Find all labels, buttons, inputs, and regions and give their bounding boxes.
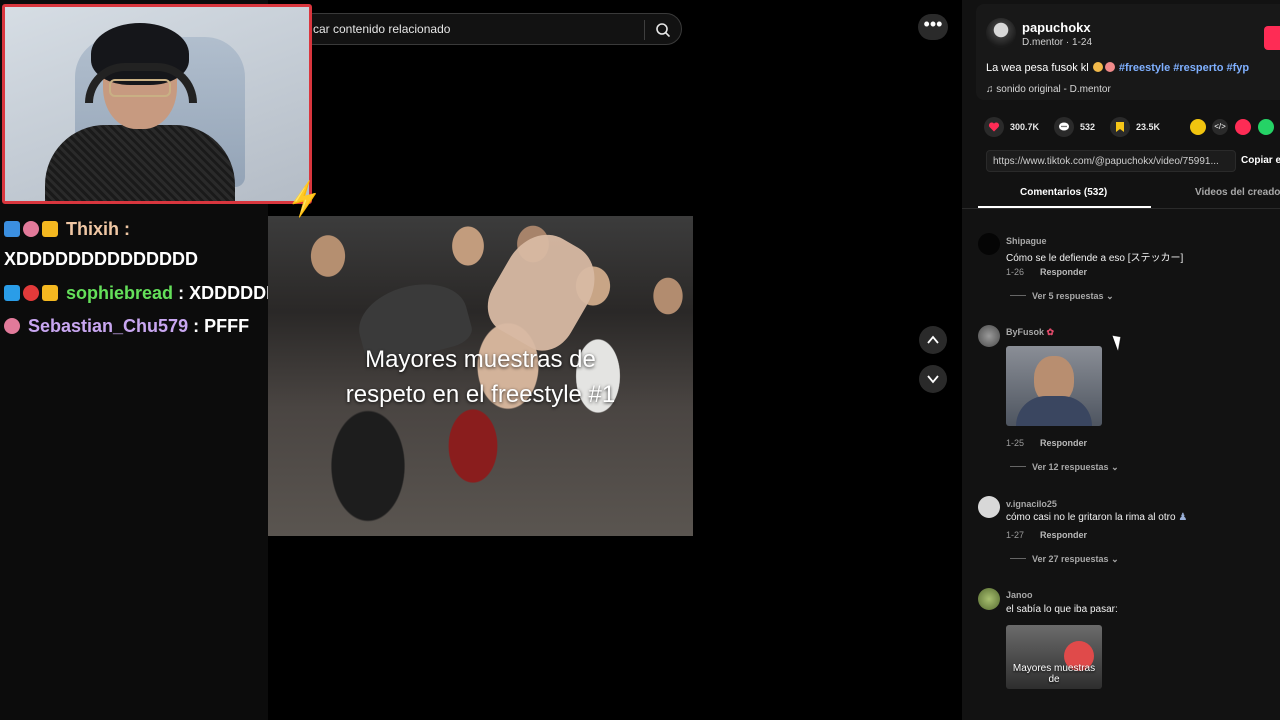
- search-divider: [644, 20, 645, 40]
- search-input[interactable]: car contenido relacionado: [313, 22, 450, 36]
- heart-icon: [984, 117, 1004, 137]
- comment-icon: [1054, 117, 1074, 137]
- copy-link-button[interactable]: Copiar e: [1241, 155, 1280, 166]
- comment-text: cómo casi no le gritaron la rima al otro…: [1006, 512, 1188, 523]
- like-button[interactable]: 300.7K: [984, 117, 1039, 137]
- crown-icon: [42, 285, 58, 301]
- tab-divider: [962, 208, 1280, 209]
- whatsapp-icon[interactable]: [1258, 119, 1274, 135]
- video-player[interactable]: Mayores muestras de respeto en el freest…: [268, 216, 693, 536]
- comment-text: Cómo se le defiende a eso [ステッカー]: [1006, 253, 1184, 264]
- badge-icon: [23, 285, 39, 301]
- comment-avatar[interactable]: [978, 496, 1000, 518]
- reply-button[interactable]: Responder: [1040, 530, 1087, 540]
- chat-username: Sebastian_Chu579: [28, 316, 189, 336]
- comment-date: 1-25: [1006, 438, 1025, 448]
- comment-username[interactable]: Janoo: [1006, 590, 1033, 600]
- video-description: La wea pesa fusok kl #freestyle #respert…: [986, 62, 1250, 74]
- embed-icon[interactable]: </>: [1212, 119, 1228, 135]
- previous-video-button[interactable]: [919, 326, 947, 354]
- save-button[interactable]: 23.5K: [1110, 117, 1160, 137]
- tab-comments[interactable]: Comentarios (532): [1020, 187, 1107, 198]
- comment-username[interactable]: ByFusok ✿: [1006, 327, 1054, 338]
- view-replies-button[interactable]: Ver 27 respuestas ⌄: [1010, 554, 1119, 565]
- video-caption: Mayores muestras de respeto en el freest…: [345, 346, 616, 408]
- chat-username: sophiebread: [66, 283, 174, 303]
- reply-button[interactable]: Responder: [1040, 267, 1087, 277]
- author-avatar[interactable]: [986, 18, 1016, 48]
- rose-icon: ✿: [1046, 327, 1055, 337]
- video-link-field[interactable]: https://www.tiktok.com/@papuchokx/video/…: [986, 150, 1236, 172]
- comment-sticker[interactable]: Mayores muestras de: [1006, 625, 1102, 689]
- search-icon[interactable]: [653, 20, 673, 40]
- video-details-panel: papuchokx D.mentor · 1-24 Se La wea pesa…: [962, 0, 1280, 720]
- sticker-person-body: [1016, 396, 1092, 426]
- chat-message: sophiebread : XDDDDDD: [4, 281, 279, 305]
- follow-button[interactable]: Se: [1264, 26, 1280, 50]
- chat-message-text: XDDDDDDDDDDDDDD: [4, 249, 198, 269]
- badge-icon: [4, 318, 20, 334]
- chevron-down-icon: [927, 375, 939, 384]
- webcam-feed: [2, 4, 312, 204]
- comment-text: el sabía lo que iba pasar:: [1006, 604, 1118, 615]
- emoji-icon: [1092, 62, 1103, 72]
- like-count: 300.7K: [1010, 122, 1040, 132]
- emoji-icon: [1104, 62, 1115, 72]
- author-meta: D.mentor · 1-24: [1022, 37, 1093, 48]
- webcam-streamer-torso: [45, 125, 235, 201]
- author-card: papuchokx D.mentor · 1-24 Se La wea pesa…: [976, 4, 1280, 100]
- chevron-up-icon: [927, 335, 939, 344]
- sticker-caption: Mayores muestras de: [1012, 663, 1096, 685]
- reply-button[interactable]: Responder: [1040, 438, 1087, 448]
- comment-button[interactable]: 532: [1054, 117, 1095, 137]
- chat-message-text: XDDDDDD: [189, 283, 280, 303]
- badge-icon: [4, 285, 20, 301]
- chat-message-text: PFFF: [204, 316, 250, 336]
- chat-message: Sebastian_Chu579 : PFFF: [4, 314, 249, 338]
- comment-avatar[interactable]: [978, 233, 1000, 255]
- coin-share-icon[interactable]: [1190, 119, 1206, 135]
- comment-sticker[interactable]: [1006, 346, 1102, 426]
- bookmark-icon: [1110, 117, 1130, 137]
- view-replies-button[interactable]: Ver 5 respuestas ⌄: [1010, 291, 1114, 302]
- crown-icon: [42, 221, 58, 237]
- comment-avatar[interactable]: [978, 588, 1000, 610]
- save-count: 23.5K: [1136, 122, 1161, 132]
- webcam-glasses: [109, 79, 171, 97]
- comment-date: 1-27: [1006, 530, 1025, 540]
- music-note-icon: ♫: [986, 84, 994, 95]
- hashtags[interactable]: #freestyle #resperto #fyp: [1119, 62, 1249, 74]
- person-emoji-icon: ♟: [1178, 512, 1188, 523]
- view-replies-button[interactable]: Ver 12 respuestas ⌄: [1010, 462, 1119, 473]
- next-video-button[interactable]: [919, 365, 947, 393]
- search-bar[interactable]: car contenido relacionado: [298, 13, 682, 45]
- comment-count: 532: [1080, 122, 1096, 132]
- comment-username[interactable]: Shipague: [1006, 236, 1047, 246]
- badge-icon: [23, 221, 39, 237]
- send-icon[interactable]: [1235, 119, 1251, 135]
- sound-link[interactable]: ♫ sonido original - D.mentor: [986, 84, 1111, 95]
- badge-icon: [4, 221, 20, 237]
- chat-message: Thixih :: [4, 217, 130, 241]
- comment-avatar[interactable]: [978, 325, 1000, 347]
- comment-date: 1-26: [1006, 267, 1025, 277]
- chat-username: Thixih: [66, 219, 120, 239]
- more-options-button[interactable]: •••: [918, 14, 948, 40]
- tab-creator-videos[interactable]: Videos del creador: [1195, 187, 1280, 198]
- comment-username[interactable]: v.ignacilo25: [1006, 499, 1057, 509]
- author-name[interactable]: papuchokx: [1022, 20, 1091, 35]
